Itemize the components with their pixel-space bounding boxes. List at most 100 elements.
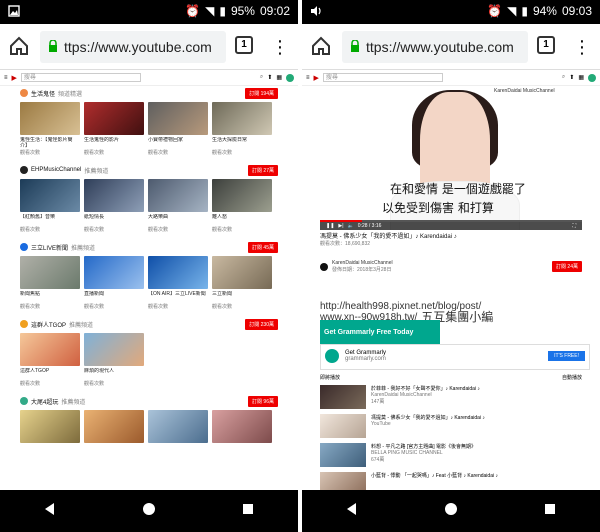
search-icon[interactable]: ⌕	[562, 74, 565, 81]
video-card[interactable]: 【ON AIR】三立LIVE新聞 觀看次數	[148, 256, 208, 310]
overflow-menu-icon[interactable]: ⋮	[573, 36, 591, 58]
subscribe-button[interactable]: 訂閱 24萬	[552, 261, 582, 272]
upload-icon[interactable]: ⬆	[267, 74, 272, 81]
tab-switcher-button[interactable]: 1	[235, 36, 253, 54]
channel-avatar[interactable]	[20, 89, 28, 97]
apps-icon[interactable]: ▦	[276, 74, 282, 81]
youtube-logo[interactable]: ▶	[12, 74, 17, 82]
channel-avatar[interactable]	[20, 397, 28, 405]
ad-cta-button[interactable]: IT'S FREE!	[548, 351, 585, 361]
video-card[interactable]: 生活鬼怪的影片 觀看次數	[84, 102, 144, 156]
video-player[interactable]: KarenDaidai MusicChannel 在和愛情 是一個遊戲罷了 以免…	[320, 86, 582, 230]
channel-avatar[interactable]	[20, 166, 28, 174]
grammarly-ad-card[interactable]: Get Grammarly grammarly.com IT'S FREE!	[320, 344, 590, 370]
channel-name[interactable]: EHPMusicChannel	[31, 167, 81, 173]
channel-subtitle: 頻道精選	[58, 91, 83, 98]
volume-icon[interactable]: 🔈	[348, 223, 354, 229]
player-controls: ❚❚ ▶| 🔈 0:28 / 3:16 ⛶	[320, 222, 582, 230]
account-avatar[interactable]	[588, 73, 596, 82]
upload-icon[interactable]: ⬆	[569, 74, 574, 81]
home-icon[interactable]	[310, 35, 332, 57]
video-card[interactable]: 大路樂曲 觀看次數	[148, 179, 208, 233]
url-text: ttps://www.youtube.com	[366, 39, 514, 55]
related-item[interactable]: 料想 - 平凡之路 [官方主題曲] 電影《後會無期》 BELLA PING MUS…	[320, 443, 582, 467]
fullscreen-icon[interactable]: ⛶	[572, 223, 582, 229]
video-card[interactable]: 這群人TGOP 觀看次數	[20, 333, 80, 387]
android-nav-bar	[0, 490, 298, 532]
video-views: 觀看次數：18,690,832	[320, 241, 371, 247]
video-card[interactable]: 三立新聞 觀看次數	[212, 256, 272, 310]
gallery-icon	[8, 5, 20, 17]
subscriptions-feed: 生活鬼怪 頻道精選 訂閱 194萬 鬼怪生活：【鬼怪影片簡介】 觀看次數 生活鬼怪…	[20, 86, 278, 490]
video-card[interactable]: 【紅顏舊】音樂 觀看次數	[20, 179, 80, 233]
video-card[interactable]: 鬼怪生活：【鬼怪影片簡介】 觀看次數	[20, 102, 80, 156]
grammarly-ad-banner[interactable]: Get Grammarly Free Today	[320, 320, 440, 346]
tab-switcher-button[interactable]: 1	[537, 36, 555, 54]
hamburger-icon[interactable]: ≡	[306, 75, 310, 81]
ad-domain: grammarly.com	[345, 356, 386, 362]
channel-avatar[interactable]	[20, 243, 28, 251]
video-card[interactable]	[20, 410, 80, 443]
video-card[interactable]: 小寶帶禮物回家 觀看次數	[148, 102, 208, 156]
android-nav-bar	[302, 490, 600, 532]
status-bar: ⏰ ◥ ▮ 94% 09:03	[302, 0, 600, 24]
channel-name[interactable]: 這群人TGOP	[31, 320, 66, 329]
recent-apps-icon[interactable]	[542, 501, 558, 522]
channel-name[interactable]: 大尾4超玩	[31, 397, 58, 406]
url-bar[interactable]: ttps://www.youtube.com	[342, 31, 528, 63]
video-card[interactable]	[212, 410, 272, 443]
pause-icon[interactable]: ❚❚	[326, 223, 334, 229]
channel-subtitle: 推薦頻道	[69, 322, 94, 329]
subscribe-button[interactable]: 訂閱 194萬	[245, 87, 278, 99]
home-icon[interactable]	[8, 35, 30, 57]
subscribe-button[interactable]: 訂閱 230萬	[245, 318, 278, 330]
video-card[interactable]	[84, 410, 144, 443]
youtube-search-input[interactable]: 搜尋	[20, 73, 141, 82]
channel-avatar[interactable]	[20, 320, 28, 328]
video-card[interactable]: 新聞焦點 觀看次數	[20, 256, 80, 310]
channel-section: 三立LIVE新聞 推薦頻道 訂閱 45萬 新聞焦點 觀看次數 直播新聞 觀看次數 【…	[20, 240, 278, 310]
video-watermark: KarenDaidai MusicChannel	[494, 88, 555, 94]
related-videos: 即將播放 自動播放 於菲菲 - 我好不好「女聲不愛你」♪ Karendaidai…	[320, 374, 582, 496]
back-icon[interactable]	[344, 501, 360, 522]
channel-avatar[interactable]	[320, 262, 328, 271]
account-avatar[interactable]	[286, 73, 294, 82]
channel-section: 大尾4超玩 推薦頻道 訂閱 96萬	[20, 394, 278, 443]
publish-date: 發佈日期：2018年3月28日	[332, 267, 392, 273]
video-card[interactable]: 紙短情長 觀看次數	[84, 179, 144, 233]
channel-name[interactable]: 三立LIVE新聞	[31, 243, 68, 252]
apps-icon[interactable]: ▦	[578, 74, 584, 81]
channel-subtitle: 推薦頻道	[61, 399, 86, 406]
side-by-side-screenshots: ⏰ ◥ ▮ 95% 09:02 ttps://www.youtube.com 1…	[0, 0, 600, 532]
subscribe-button[interactable]: 訂閱 45萬	[248, 241, 278, 253]
url-bar[interactable]: ttps://www.youtube.com	[40, 31, 226, 63]
video-card[interactable]	[148, 410, 208, 443]
related-item[interactable]: 馮提莫 - 佛系少女「我的愛不過如」♪ Karendaidai ♪ YouTube	[320, 414, 582, 438]
video-card[interactable]: 直播新聞 觀看次數	[84, 256, 144, 310]
url-text: ttps://www.youtube.com	[64, 39, 212, 55]
back-icon[interactable]	[42, 501, 58, 522]
subscribe-button[interactable]: 訂閱 96萬	[248, 395, 278, 407]
video-card[interactable]: 生活大探險日常 觀看次數	[212, 102, 272, 156]
right-phone-screen: ⏰ ◥ ▮ 94% 09:03 ttps://www.youtube.com 1…	[302, 0, 600, 532]
youtube-search-input[interactable]: 搜尋	[322, 73, 443, 82]
lock-icon	[48, 39, 58, 55]
subscribe-button[interactable]: 訂閱 27萬	[248, 164, 278, 176]
youtube-header: ≡ ▶ 搜尋 ⌕ ⬆ ▦	[302, 70, 600, 86]
progress-bar[interactable]	[320, 220, 582, 222]
hamburger-icon[interactable]: ≡	[4, 75, 8, 81]
battery-level: 94%	[532, 4, 557, 18]
video-card[interactable]: 麻煩的現代人 觀看次數	[84, 333, 144, 387]
search-icon[interactable]: ⌕	[260, 74, 263, 81]
time-readout: 09:02	[259, 4, 290, 18]
home-circle-icon[interactable]	[443, 501, 459, 522]
home-circle-icon[interactable]	[141, 501, 157, 522]
video-card[interactable]: 離人愁 觀看次數	[212, 179, 272, 233]
recent-apps-icon[interactable]	[240, 501, 256, 522]
next-icon[interactable]: ▶|	[338, 223, 343, 229]
overflow-menu-icon[interactable]: ⋮	[271, 36, 289, 58]
youtube-logo[interactable]: ▶	[314, 74, 319, 82]
related-item[interactable]: 於菲菲 - 我好不好「女聲不愛你」♪ Karendaidai ♪ KarenDai…	[320, 385, 582, 409]
channel-section: 生活鬼怪 頻道精選 訂閱 194萬 鬼怪生活：【鬼怪影片簡介】 觀看次數 生活鬼怪…	[20, 86, 278, 156]
channel-name[interactable]: 生活鬼怪	[31, 89, 55, 98]
